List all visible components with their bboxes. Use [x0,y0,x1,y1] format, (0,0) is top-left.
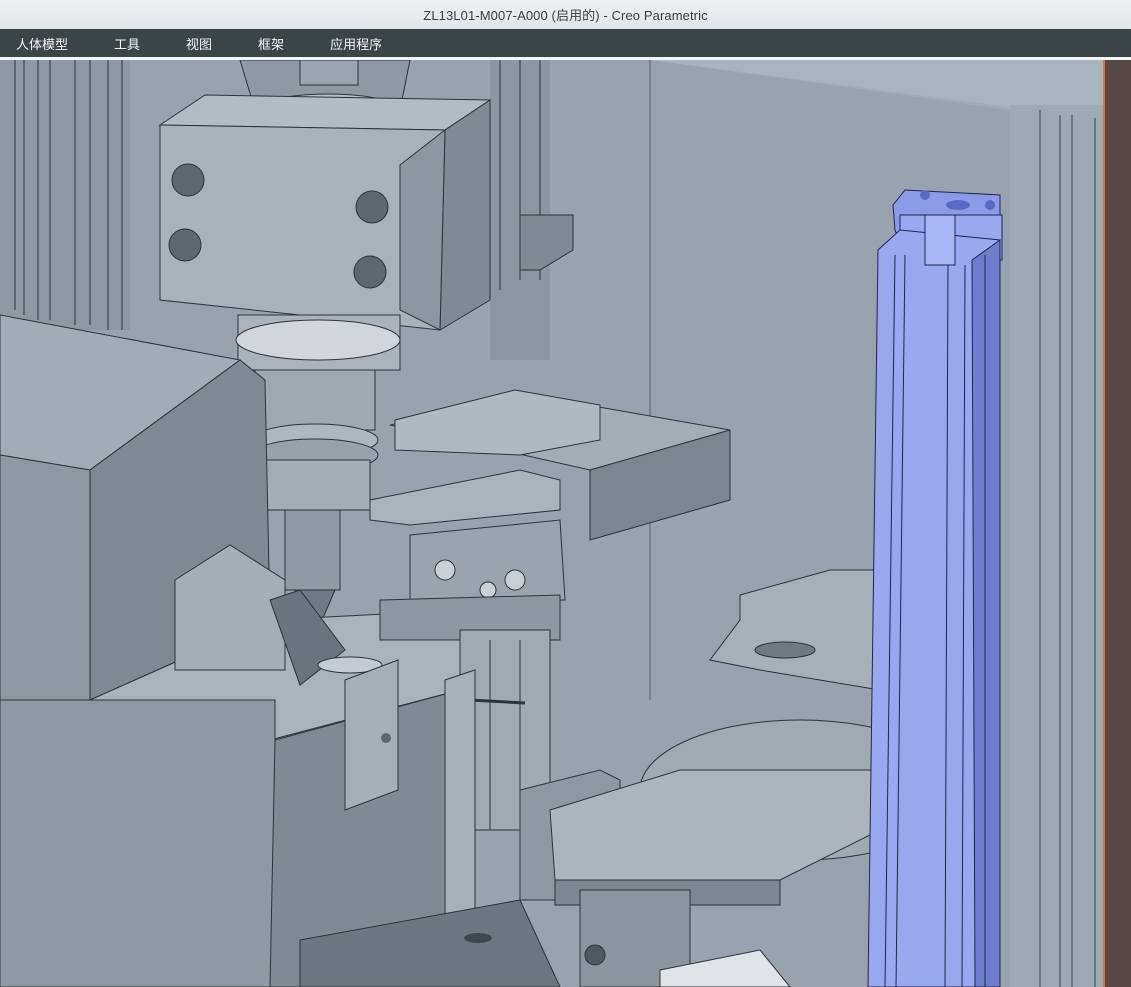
menu-item-human-model[interactable]: 人体模型 [16,34,68,53]
menu-item-frame[interactable]: 框架 [258,34,284,53]
menu-bar: 人体模型 工具 视图 框架 应用程序 [0,29,1131,57]
menu-item-view[interactable]: 视图 [186,34,212,53]
window-title: ZL13L01-M007-A000 (启用的) - Creo Parametri… [423,8,708,23]
menu-item-applications[interactable]: 应用程序 [330,34,382,53]
menu-item-tools[interactable]: 工具 [114,34,140,53]
3d-model-viewport[interactable] [0,60,1131,987]
window-title-bar: ZL13L01-M007-A000 (启用的) - Creo Parametri… [0,0,1131,29]
selected-extrusion [867,189,1003,987]
cad-model-render [0,60,1131,987]
